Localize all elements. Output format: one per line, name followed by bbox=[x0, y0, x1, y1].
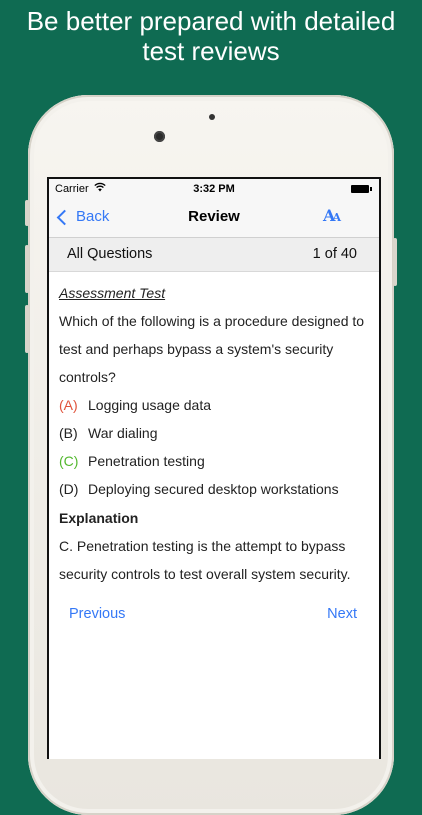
phone-screen: Carrier 3:32 PM Back Review AA All Quest… bbox=[47, 177, 381, 759]
option-text: War dialing bbox=[88, 425, 158, 441]
test-name: Assessment Test bbox=[59, 285, 166, 301]
promo-line-1: Be better prepared with detailed bbox=[26, 6, 396, 36]
font-size-icon[interactable]: AA bbox=[323, 206, 341, 225]
option-letter: (C) bbox=[59, 453, 79, 469]
promo-line-2: test reviews bbox=[142, 36, 280, 66]
mute-switch bbox=[25, 200, 29, 226]
explanation-text: C. Penetration testing is the attempt to… bbox=[59, 538, 351, 582]
option-letter: (A) bbox=[59, 397, 78, 413]
option-text: Penetration testing bbox=[88, 453, 205, 469]
navigation-bar: Back Review AA bbox=[49, 199, 379, 238]
volume-down-button bbox=[25, 305, 29, 353]
previous-button[interactable]: Previous bbox=[69, 606, 125, 622]
answer-option-b[interactable]: (B) War dialing bbox=[59, 419, 371, 447]
answer-option-a[interactable]: (A) Logging usage data bbox=[59, 391, 371, 419]
battery-icon bbox=[351, 185, 372, 193]
status-time: 3:32 PM bbox=[193, 183, 235, 195]
power-button bbox=[393, 238, 397, 286]
proximity-sensor bbox=[209, 114, 215, 120]
option-text: Deploying secured desktop workstations bbox=[88, 481, 339, 497]
question-position: 1 of 40 bbox=[312, 246, 357, 262]
option-letter: (B) bbox=[59, 425, 78, 441]
question-filter-bar[interactable]: All Questions 1 of 40 bbox=[49, 238, 379, 272]
next-button[interactable]: Next bbox=[327, 606, 357, 622]
question-content: Assessment Test Which of the following i… bbox=[59, 279, 371, 588]
option-letter: (D) bbox=[59, 481, 79, 497]
option-text: Logging usage data bbox=[88, 397, 211, 413]
answer-option-c[interactable]: (C) Penetration testing bbox=[59, 447, 371, 475]
front-camera bbox=[154, 131, 165, 142]
font-size-icon-small: A bbox=[332, 211, 341, 224]
promo-headline: Be better prepared with detailed test re… bbox=[0, 6, 422, 66]
question-text: Which of the following is a procedure de… bbox=[59, 313, 365, 385]
explanation-heading: Explanation bbox=[59, 510, 139, 526]
answer-option-d[interactable]: (D) Deploying secured desktop workstatio… bbox=[59, 475, 371, 503]
question-filter-label: All Questions bbox=[67, 246, 153, 262]
status-bar: Carrier 3:32 PM bbox=[49, 179, 379, 199]
volume-up-button bbox=[25, 245, 29, 293]
